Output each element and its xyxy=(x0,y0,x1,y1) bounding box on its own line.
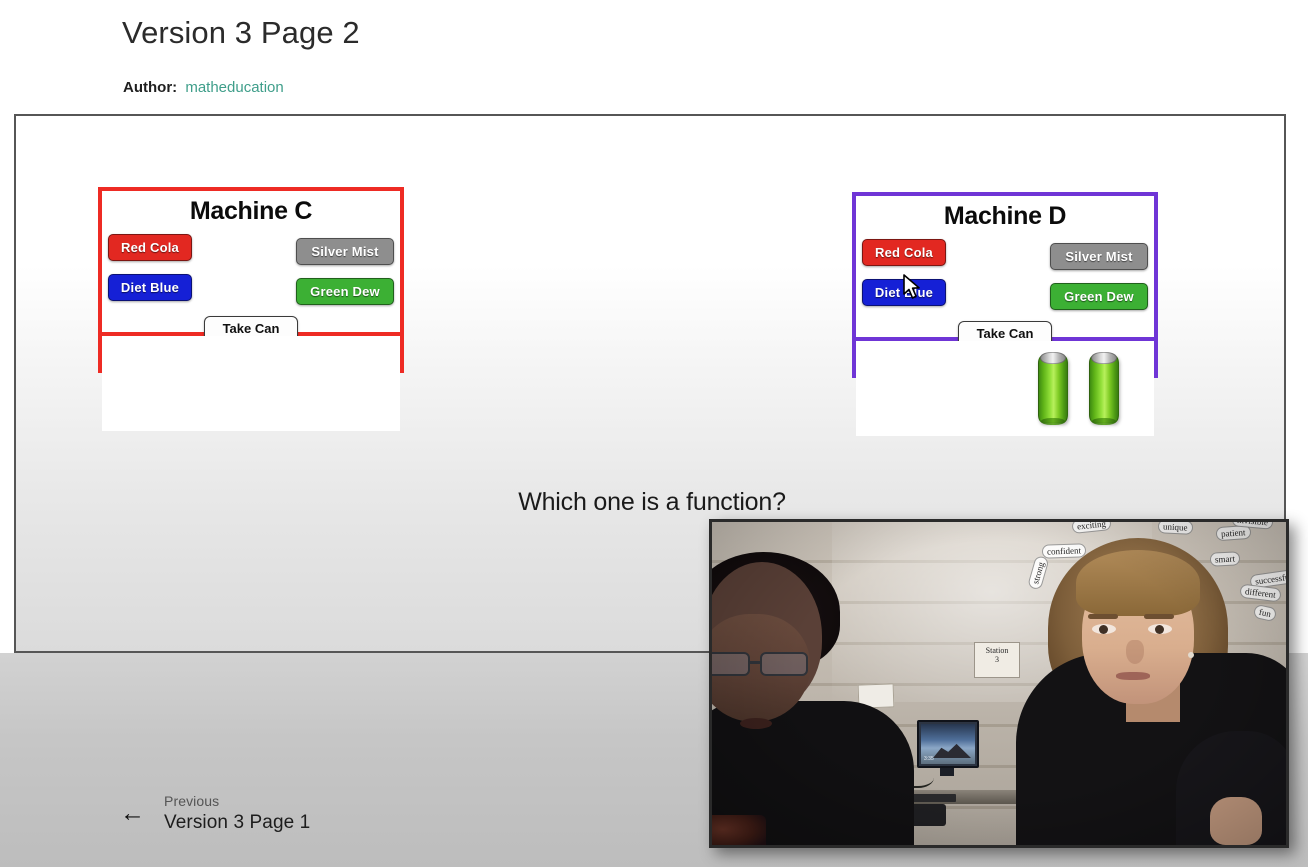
machine-d: Machine D Red Cola Diet Blue Silver Mist… xyxy=(852,192,1158,436)
app-root: Version 3 Page 2 Author: matheducation M… xyxy=(0,0,1308,867)
machine-c-btn-silver-mist[interactable]: Silver Mist xyxy=(296,238,394,265)
machine-c-btn-green-dew[interactable]: Green Dew xyxy=(296,278,394,305)
machine-d-btn-green-dew[interactable]: Green Dew xyxy=(1050,283,1148,310)
machine-c-title: Machine C xyxy=(189,197,313,225)
soda-can xyxy=(1038,352,1068,425)
machine-d-button-grid: Red Cola Diet Blue Silver Mist Green Dew xyxy=(856,235,1154,321)
video-vignette xyxy=(712,522,1286,845)
soda-can xyxy=(1089,352,1119,425)
machine-c-button-grid: Red Cola Diet Blue Silver Mist Green Dew xyxy=(102,230,400,316)
page-title: Version 3 Page 2 xyxy=(122,15,360,50)
previous-page-text: Previous Version 3 Page 1 xyxy=(164,793,310,834)
machine-c-btn-diet-blue[interactable]: Diet Blue xyxy=(108,274,192,301)
machine-d-panel: Machine D Red Cola Diet Blue Silver Mist… xyxy=(856,196,1154,347)
author-link[interactable]: matheducation xyxy=(185,79,283,96)
previous-label: Previous xyxy=(164,793,220,809)
machine-d-tray xyxy=(856,341,1154,436)
machine-c-panel: Machine C Red Cola Diet Blue Silver Mist… xyxy=(102,191,400,342)
author-row: Author: matheducation xyxy=(123,79,284,96)
machine-d-title: Machine D xyxy=(943,202,1067,230)
webcam-video-overlay[interactable]: exciting unique patient invisible confid… xyxy=(709,519,1289,848)
author-label: Author: xyxy=(123,79,178,96)
machine-d-btn-red-cola[interactable]: Red Cola xyxy=(862,239,946,266)
back-arrow-icon: ← xyxy=(120,799,145,827)
machine-c: Machine C Red Cola Diet Blue Silver Mist… xyxy=(98,187,404,431)
machine-c-btn-red-cola[interactable]: Red Cola xyxy=(108,234,192,261)
previous-page-link[interactable]: ← Previous Version 3 Page 1 xyxy=(120,793,310,834)
question-text: Which one is a function? xyxy=(518,488,786,516)
machine-d-btn-diet-blue[interactable]: Diet Blue xyxy=(862,279,946,306)
page-header: Version 3 Page 2 Author: matheducation xyxy=(0,0,1308,114)
webcam-video-frame: exciting unique patient invisible confid… xyxy=(712,522,1286,845)
machine-d-btn-silver-mist[interactable]: Silver Mist xyxy=(1050,243,1148,270)
previous-page-title: Version 3 Page 1 xyxy=(164,812,311,833)
machine-c-tray xyxy=(102,336,400,431)
